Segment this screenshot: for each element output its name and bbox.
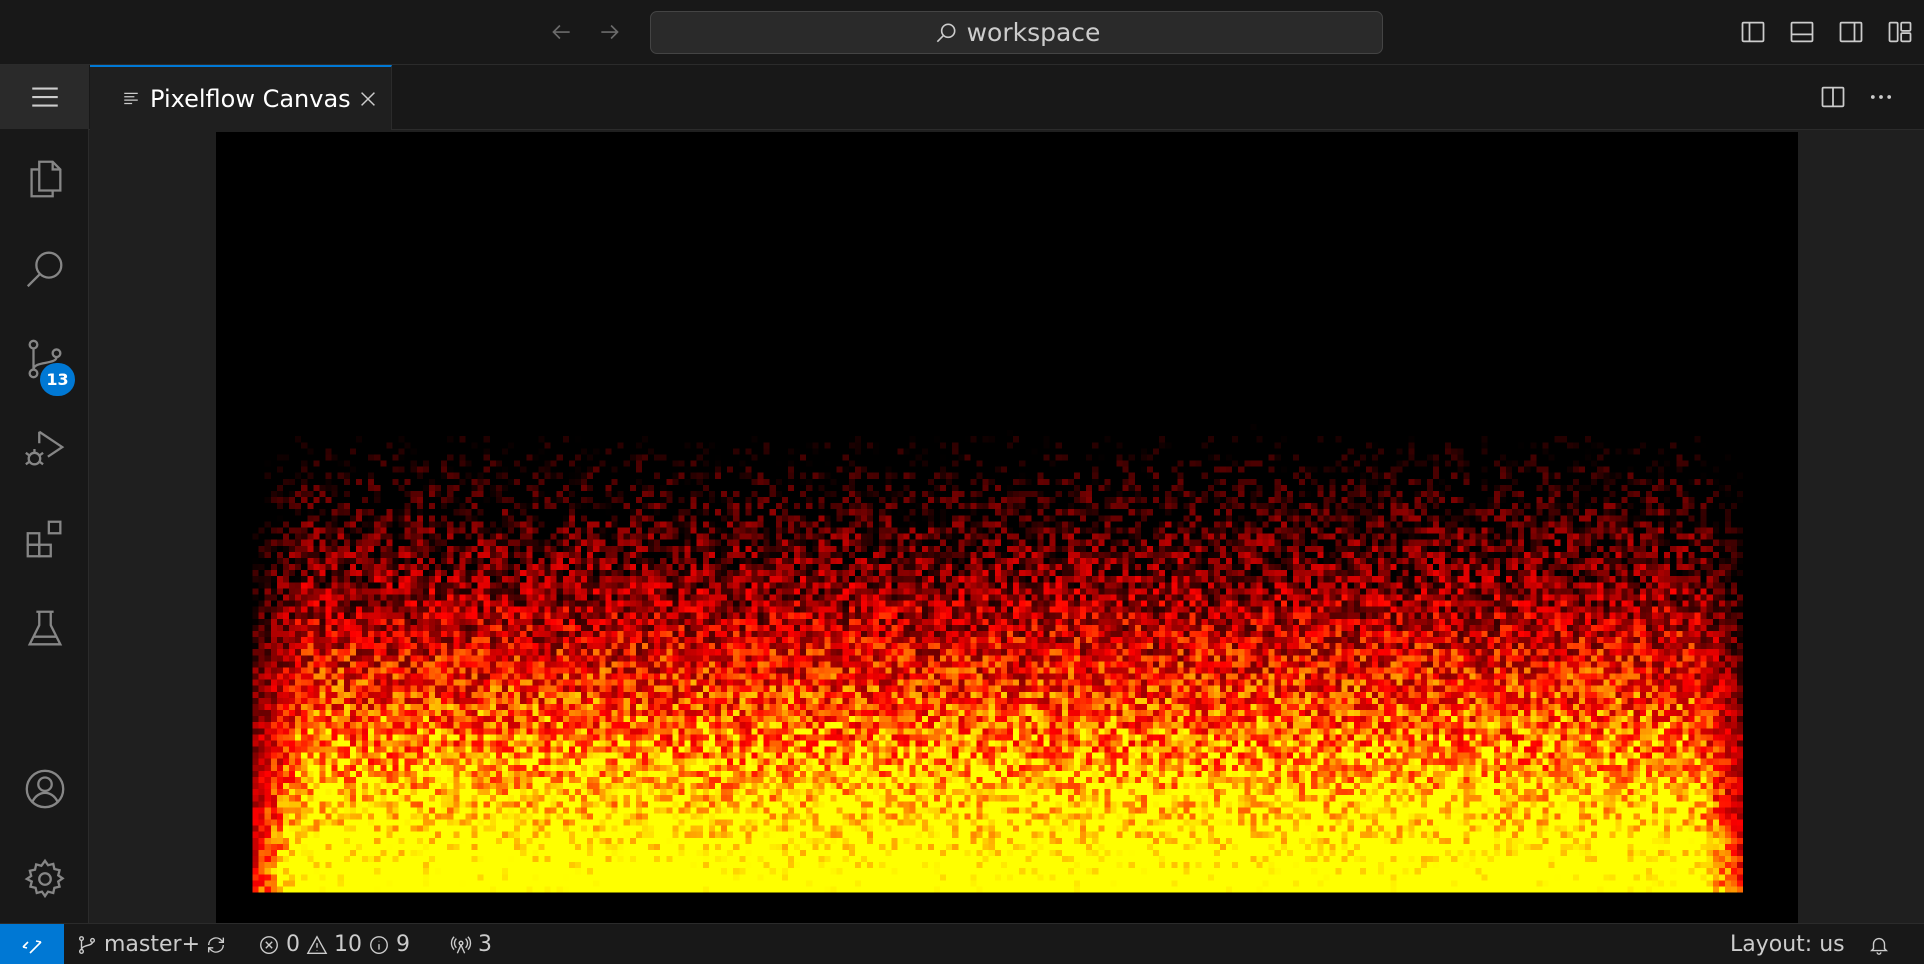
- activity-explorer[interactable]: [0, 137, 89, 221]
- warning-count: 10: [334, 932, 362, 957]
- ellipsis-icon: [1870, 95, 1892, 99]
- split-editor-icon: [1821, 86, 1845, 108]
- activity-testing[interactable]: [0, 587, 89, 671]
- broadcast-icon: [450, 935, 472, 954]
- keyboard-layout-label: Layout: us: [1730, 932, 1845, 957]
- info-icon: [370, 935, 388, 954]
- search-icon: [26, 251, 62, 288]
- run-debug-icon: [24, 430, 64, 466]
- activity-source-control[interactable]: 13: [0, 317, 89, 401]
- tab-label: Pixelflow Canvas: [150, 84, 351, 113]
- warning-icon: [306, 934, 328, 954]
- extensions-icon: [26, 520, 61, 558]
- keyboard-layout-status[interactable]: Layout: us: [1730, 924, 1845, 964]
- activity-run-debug[interactable]: [0, 407, 89, 491]
- split-editor-button[interactable]: [1816, 80, 1850, 114]
- gear-icon: [24, 858, 65, 899]
- source-control-badge: 13: [40, 363, 75, 396]
- info-count: 9: [396, 932, 410, 957]
- tab-close-button[interactable]: [353, 84, 383, 114]
- ports-count: 3: [478, 932, 492, 957]
- fire-simulation-canvas[interactable]: [216, 132, 1798, 923]
- sync-icon: [207, 936, 225, 953]
- git-branch-icon: [78, 935, 96, 954]
- preview-file-icon: [124, 92, 138, 104]
- layout-panel-icon: [1790, 21, 1814, 43]
- remote-indicator[interactable]: [0, 924, 64, 964]
- toggle-primary-sidebar-button[interactable]: [1736, 15, 1770, 49]
- menu-icon: [31, 87, 58, 107]
- editor-tab-strip: Pixelflow Canvas: [89, 65, 1924, 130]
- search-icon: [936, 23, 956, 42]
- ports-status[interactable]: 3: [450, 924, 492, 964]
- sync-button[interactable]: [205, 924, 227, 964]
- error-icon: [260, 935, 278, 954]
- bell-icon: [1870, 937, 1888, 955]
- error-count: 0: [286, 932, 300, 957]
- git-branch-status[interactable]: master+: [76, 924, 200, 964]
- layout-sidebar-left-icon: [1741, 21, 1765, 43]
- problems-status[interactable]: 0 10 9: [258, 924, 410, 964]
- go-back-button[interactable]: [545, 16, 577, 48]
- pixelflow-canvas[interactable]: [216, 132, 1798, 923]
- activity-search[interactable]: [0, 227, 89, 311]
- account-icon: [25, 769, 64, 809]
- command-center-label: workspace: [966, 18, 1101, 47]
- files-icon: [29, 160, 61, 198]
- editor-area: [89, 130, 1924, 923]
- customize-layout-button[interactable]: [1883, 15, 1917, 49]
- layout-sidebar-right-icon: [1839, 21, 1863, 43]
- layout-customize-icon: [1888, 21, 1912, 43]
- arrow-right-icon: [601, 24, 619, 40]
- toggle-panel-button[interactable]: [1785, 15, 1819, 49]
- toggle-secondary-sidebar-button[interactable]: [1834, 15, 1868, 49]
- remote-icon: [22, 939, 42, 954]
- application-menu-button[interactable]: [0, 65, 89, 129]
- activity-extensions[interactable]: [0, 497, 89, 581]
- go-forward-button[interactable]: [594, 16, 626, 48]
- title-bar: workspace: [0, 0, 1924, 65]
- notifications-button[interactable]: [1868, 924, 1890, 964]
- activity-manage[interactable]: [0, 837, 89, 921]
- command-center-search[interactable]: workspace: [650, 11, 1383, 54]
- tab-pixelflow-canvas[interactable]: Pixelflow Canvas: [90, 65, 392, 130]
- activity-bar: 13: [0, 65, 89, 923]
- more-actions-button[interactable]: [1864, 80, 1898, 114]
- arrow-left-icon: [552, 24, 570, 40]
- beaker-icon: [27, 610, 62, 646]
- status-bar: master+ 0 10 9 3 Layout: us: [0, 923, 1924, 964]
- git-branch-label: master+: [104, 932, 201, 957]
- close-icon: [361, 92, 375, 106]
- activity-accounts[interactable]: [0, 747, 89, 831]
